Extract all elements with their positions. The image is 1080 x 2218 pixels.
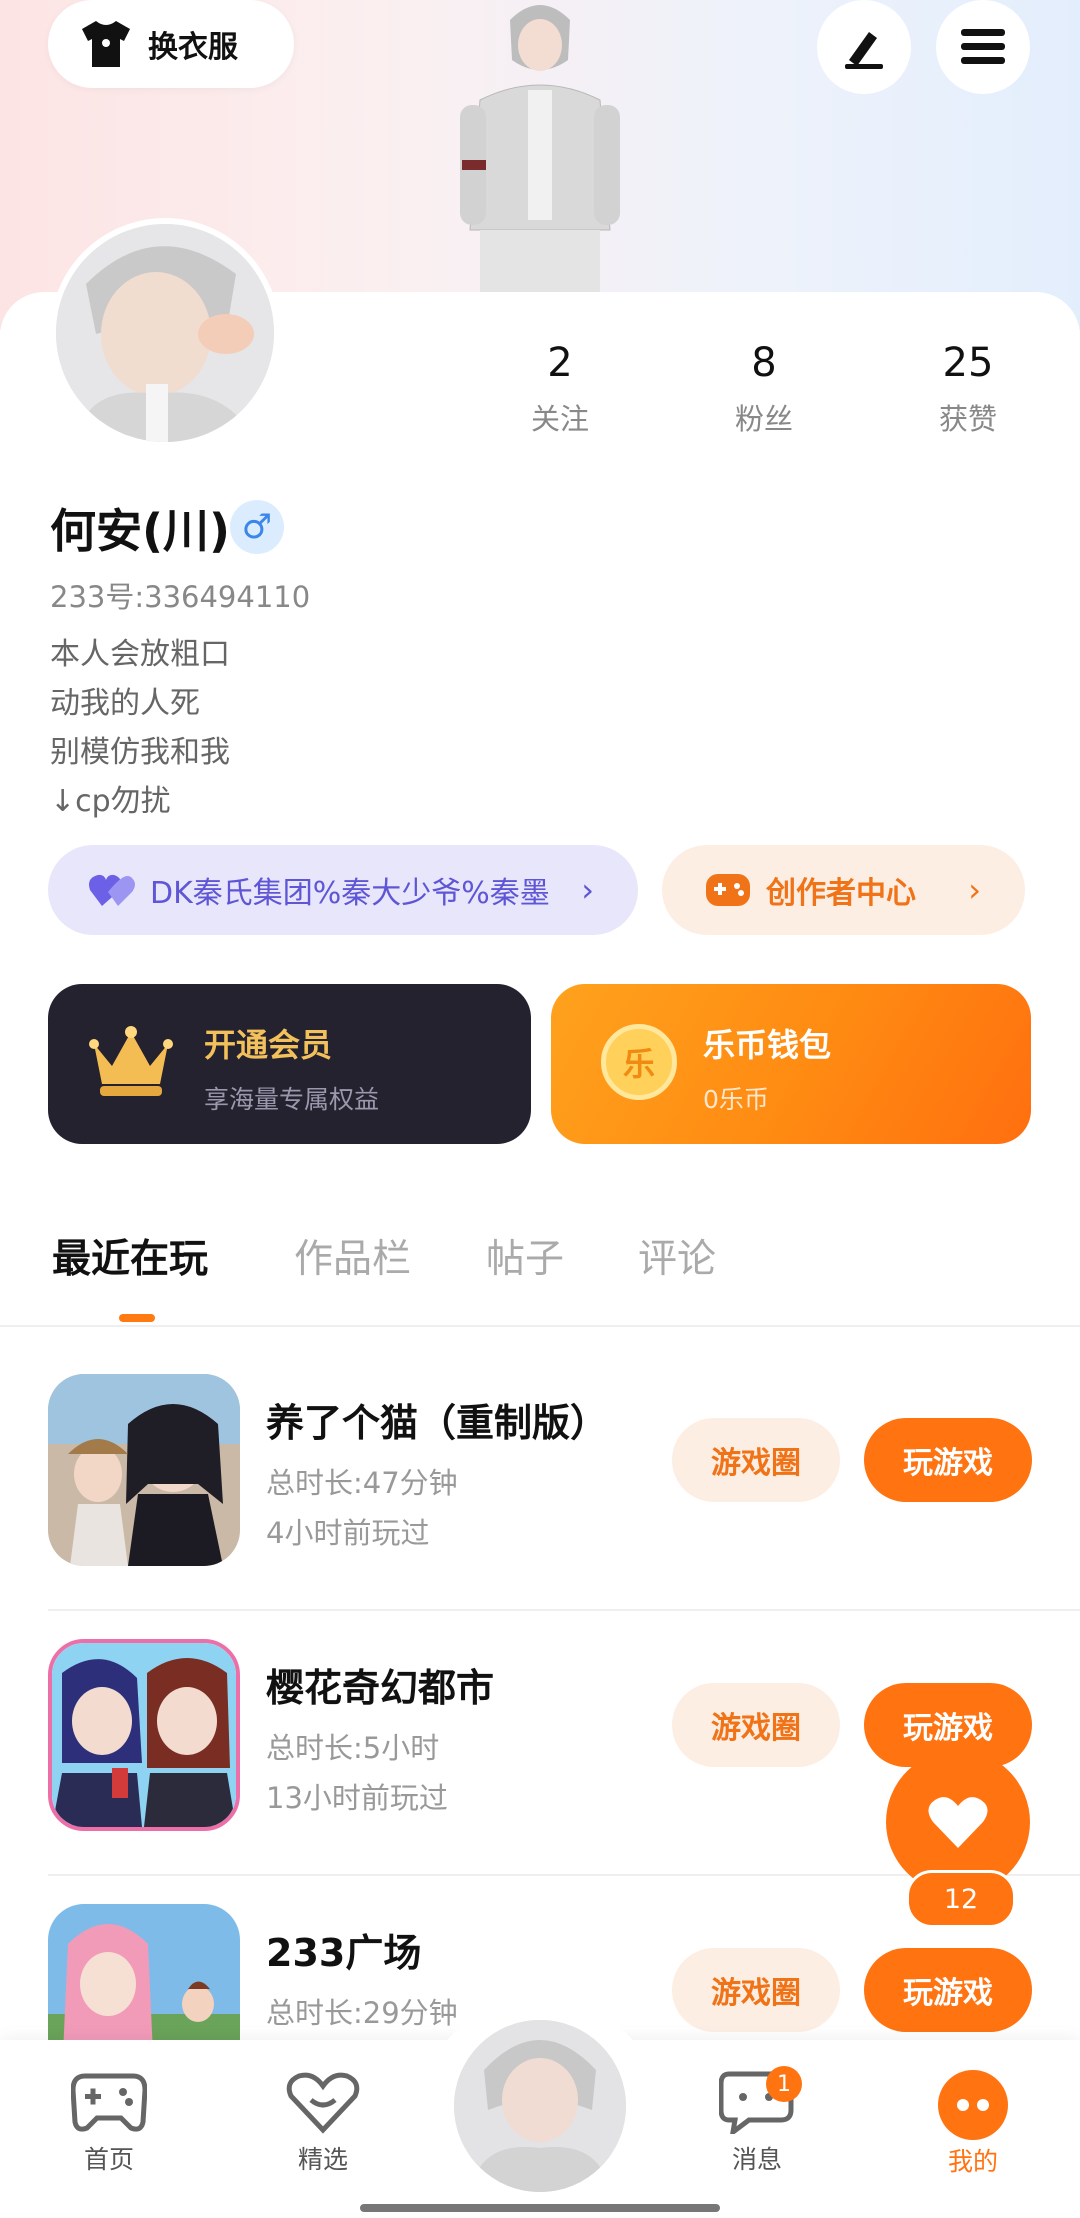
creator-center-label: 创作者中心 bbox=[766, 876, 916, 911]
stat-likes-label: 获赞 bbox=[938, 402, 997, 436]
stat-fans[interactable]: 8 粉丝 bbox=[694, 340, 834, 438]
stat-likes-count: 25 bbox=[942, 340, 994, 386]
stat-following-label: 关注 bbox=[530, 402, 589, 436]
game-circle-button[interactable]: 游戏圈 bbox=[672, 1683, 840, 1767]
pencil-icon bbox=[845, 32, 883, 69]
stat-following[interactable]: 2 关注 bbox=[490, 340, 630, 438]
tshirt-icon bbox=[82, 21, 130, 67]
nav-label-profile: 我的 bbox=[947, 2147, 998, 2176]
vip-title: 开通会员 bbox=[204, 1026, 333, 1064]
hamburger-menu-icon bbox=[961, 29, 1005, 64]
stat-following-count: 2 bbox=[547, 340, 573, 386]
coin-icon: 乐 bbox=[601, 1024, 677, 1100]
tab-active-indicator bbox=[119, 1314, 155, 1322]
stat-fans-count: 8 bbox=[751, 340, 777, 386]
nav-label-featured: 精选 bbox=[297, 2145, 348, 2174]
game-title: 樱花奇幻都市 bbox=[266, 1666, 495, 1710]
play-game-button[interactable]: 玩游戏 bbox=[864, 1418, 1032, 1502]
game-title: 养了个猫（重制版） bbox=[266, 1401, 609, 1445]
unread-badge: 1 bbox=[766, 2066, 802, 2102]
menu-button[interactable] bbox=[936, 0, 1030, 94]
play-game-button[interactable]: 玩游戏 bbox=[864, 1948, 1032, 2032]
nav-item-messages[interactable]: 消息 1 bbox=[692, 2066, 822, 2176]
game-circle-button[interactable]: 游戏圈 bbox=[672, 1418, 840, 1502]
bio: 本人会放粗口 动我的人死 别模仿我和我 ↓cp勿扰 bbox=[50, 630, 230, 826]
user-id[interactable]: 233号:336494110 bbox=[50, 574, 310, 616]
nav-label-messages: 消息 bbox=[731, 2145, 782, 2174]
chevron-right-icon: › bbox=[581, 871, 594, 909]
avatar-image bbox=[56, 224, 274, 442]
game-icon bbox=[48, 1374, 240, 1566]
username: 何安(川) bbox=[50, 504, 231, 558]
bio-line: 别模仿我和我 bbox=[50, 735, 230, 770]
game-last-played: 13小时前玩过 bbox=[266, 1781, 448, 1815]
chevron-right-icon: › bbox=[968, 871, 981, 909]
avatar-character-figure[interactable] bbox=[440, 0, 640, 295]
game-circle-button[interactable]: 游戏圈 bbox=[672, 1948, 840, 2032]
nav-item-profile[interactable]: 我的 bbox=[908, 2070, 1038, 2178]
divider bbox=[0, 1325, 1080, 1327]
creator-center-button[interactable]: 创作者中心 › bbox=[662, 845, 1025, 935]
nav-label-home: 首页 bbox=[83, 2145, 134, 2174]
family-group-label: DK秦氏集团%秦大少爷%秦墨 bbox=[150, 876, 550, 911]
game-title: 233广场 bbox=[266, 1931, 422, 1975]
bio-line: 动我的人死 bbox=[50, 686, 200, 721]
male-gender-icon: ♂ bbox=[230, 500, 284, 554]
tab-works[interactable]: 作品栏 bbox=[294, 1228, 411, 1284]
tab-comments[interactable]: 评论 bbox=[638, 1228, 716, 1284]
stat-fans-label: 粉丝 bbox=[734, 402, 793, 436]
game-row[interactable]: 养了个猫（重制版） 总时长:47分钟 4小时前玩过 游戏圈 玩游戏 bbox=[0, 1346, 1080, 1611]
nav-center-avatar-button[interactable] bbox=[454, 2020, 626, 2192]
wallet-title: 乐币钱包 bbox=[703, 1026, 832, 1064]
bio-line: 本人会放粗口 bbox=[50, 637, 230, 672]
family-group-button[interactable]: DK秦氏集团%秦大少爷%秦墨 › bbox=[48, 845, 638, 935]
profile-face-icon bbox=[938, 2070, 1008, 2140]
game-duration: 总时长:29分钟 bbox=[266, 1996, 458, 2030]
wallet-balance: 0乐币 bbox=[703, 1085, 769, 1114]
stat-likes[interactable]: 25 获赞 bbox=[898, 340, 1038, 438]
vip-subtitle: 享海量专属权益 bbox=[204, 1085, 380, 1114]
tab-posts[interactable]: 帖子 bbox=[486, 1228, 564, 1284]
avatar-image bbox=[454, 2020, 626, 2192]
change-outfit-button[interactable]: 换衣服 bbox=[48, 0, 294, 88]
gamepad-icon bbox=[706, 874, 750, 906]
edit-button[interactable] bbox=[817, 0, 911, 94]
heart-diamond-icon bbox=[286, 2072, 360, 2134]
game-duration: 总时长:5小时 bbox=[266, 1731, 440, 1765]
gamepad-icon bbox=[70, 2073, 148, 2132]
change-outfit-label: 换衣服 bbox=[148, 30, 238, 65]
game-last-played: 4小时前玩过 bbox=[266, 1516, 430, 1550]
tab-recently-played[interactable]: 最近在玩 bbox=[52, 1228, 208, 1284]
game-icon bbox=[48, 1639, 240, 1831]
like-count: 12 bbox=[906, 1870, 1016, 1928]
heart-icon bbox=[928, 1797, 988, 1848]
nav-item-featured[interactable]: 精选 bbox=[258, 2070, 388, 2176]
vip-membership-card[interactable]: 开通会员 享海量专属权益 bbox=[48, 984, 531, 1144]
home-indicator bbox=[360, 2204, 720, 2212]
nav-item-home[interactable]: 首页 bbox=[44, 2070, 174, 2176]
game-duration: 总时长:47分钟 bbox=[266, 1466, 458, 1500]
bio-line: ↓cp勿扰 bbox=[50, 784, 171, 819]
avatar[interactable] bbox=[50, 218, 280, 448]
coin-wallet-card[interactable]: 乐 乐币钱包 0乐币 bbox=[551, 984, 1031, 1144]
crown-icon bbox=[89, 1026, 173, 1096]
double-heart-icon bbox=[89, 874, 135, 906]
